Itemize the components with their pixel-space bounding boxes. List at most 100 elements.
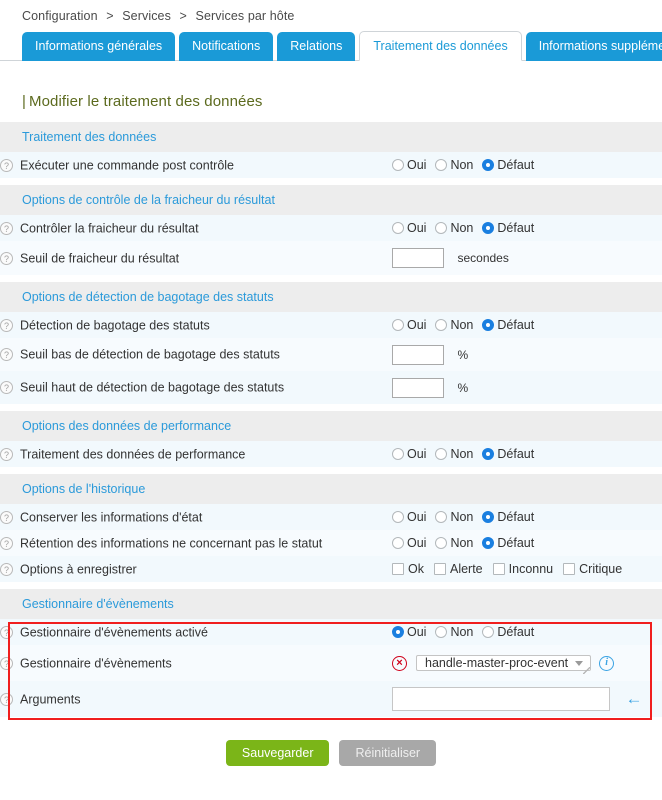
section-title: Options de contrôle de la fraicheur du r… bbox=[0, 185, 662, 215]
page-title-text: Modifier le traitement des données bbox=[29, 93, 263, 110]
row-control: % bbox=[392, 371, 662, 404]
info-icon[interactable]: i bbox=[599, 656, 614, 671]
help-icon[interactable]: ? bbox=[0, 511, 13, 524]
breadcrumb-item-services-par-hote[interactable]: Services par hôte bbox=[196, 9, 295, 23]
tab-relations[interactable]: Relations bbox=[277, 32, 355, 61]
row-traitement-donnees-performance: ? Traitement des données de performance O… bbox=[0, 441, 662, 467]
help-icon[interactable]: ? bbox=[0, 657, 13, 670]
radio-group-gestionnaire-active: OuiNonDéfaut bbox=[392, 625, 543, 640]
row-control: OuiNonDéfaut bbox=[392, 215, 662, 241]
section-header-performance: Options des données de performance bbox=[0, 411, 662, 441]
save-button[interactable]: Sauvegarder bbox=[226, 740, 330, 766]
seuil-haut-bagotage-input[interactable] bbox=[392, 378, 444, 398]
help-icon[interactable]: ? bbox=[0, 693, 13, 706]
section-header-gestionnaire-evenements: Gestionnaire d'évènements bbox=[0, 589, 662, 619]
radio-label-non: Non bbox=[450, 536, 473, 550]
row-label: ?Seuil de fraicheur du résultat bbox=[0, 241, 392, 275]
row-conserver-informations-etat: ? Conserver les informations d'état OuiNo… bbox=[0, 504, 662, 530]
radio-non[interactable] bbox=[435, 537, 447, 549]
help-icon[interactable]: ? bbox=[0, 626, 13, 639]
row-label: ?Arguments bbox=[0, 681, 392, 717]
radio-non[interactable] bbox=[435, 448, 447, 460]
tab-underlay bbox=[0, 61, 662, 79]
row-label-text: Contrôler la fraicheur du résultat bbox=[20, 221, 199, 235]
row-control: % bbox=[392, 338, 662, 371]
arguments-input[interactable] bbox=[392, 687, 610, 711]
section-title: Options de l'historique bbox=[0, 474, 662, 504]
checkbox-alerte[interactable] bbox=[434, 563, 446, 575]
radio-label-oui: Oui bbox=[407, 221, 426, 235]
radio-defaut[interactable] bbox=[482, 537, 494, 549]
radio-group-retention-informations: OuiNonDéfaut bbox=[392, 536, 543, 551]
tab-informations-generales[interactable]: Informations générales bbox=[22, 32, 175, 61]
row-label-text: Conserver les informations d'état bbox=[20, 510, 202, 524]
help-icon[interactable]: ? bbox=[0, 448, 13, 461]
checkbox-ok[interactable] bbox=[392, 563, 404, 575]
radio-label-oui: Oui bbox=[407, 158, 426, 172]
help-icon[interactable]: ? bbox=[0, 222, 13, 235]
radio-non[interactable] bbox=[435, 626, 447, 638]
help-icon[interactable]: ? bbox=[0, 159, 13, 172]
help-icon[interactable]: ? bbox=[0, 348, 13, 361]
radio-oui[interactable] bbox=[392, 222, 404, 234]
breadcrumb-item-configuration[interactable]: Configuration bbox=[22, 9, 98, 23]
row-label-text: Rétention des informations ne concernant… bbox=[20, 536, 322, 550]
radio-label-oui: Oui bbox=[407, 447, 426, 461]
radio-label-non: Non bbox=[450, 221, 473, 235]
radio-label-oui: Oui bbox=[407, 510, 426, 524]
help-icon[interactable]: ? bbox=[0, 319, 13, 332]
radio-defaut[interactable] bbox=[482, 511, 494, 523]
radio-defaut[interactable] bbox=[482, 319, 494, 331]
section-header-historique: Options de l'historique bbox=[0, 474, 662, 504]
row-seuil-fraicheur: ?Seuil de fraicheur du résultat secondes bbox=[0, 241, 662, 275]
gestionnaire-evenements-select[interactable]: handle-master-proc-event bbox=[416, 655, 591, 671]
breadcrumb-item-services[interactable]: Services bbox=[122, 9, 171, 23]
gestionnaire-select-wrapper: handle-master-proc-event bbox=[416, 652, 591, 675]
radio-oui[interactable] bbox=[392, 319, 404, 331]
arrow-left-icon[interactable]: ← bbox=[625, 692, 642, 706]
help-icon[interactable]: ? bbox=[0, 381, 13, 394]
reset-button[interactable]: Réinitialiser bbox=[339, 740, 436, 766]
row-control: OuiNonDéfaut bbox=[392, 504, 662, 530]
row-label-text: Exécuter une commande post contrôle bbox=[20, 158, 234, 172]
radio-defaut[interactable] bbox=[482, 222, 494, 234]
radio-non[interactable] bbox=[435, 319, 447, 331]
checkbox-critique[interactable] bbox=[563, 563, 575, 575]
row-seuil-bas-bagotage: ?Seuil bas de détection de bagotage des … bbox=[0, 338, 662, 371]
checkbox-label-inconnu: Inconnu bbox=[509, 562, 553, 576]
seuil-fraicheur-input[interactable] bbox=[392, 248, 444, 268]
help-icon[interactable]: ? bbox=[0, 537, 13, 550]
radio-label-non: Non bbox=[450, 447, 473, 461]
radio-oui[interactable] bbox=[392, 159, 404, 171]
tab-informations-supplementaires[interactable]: Informations supplémentaires du bbox=[526, 32, 662, 61]
radio-label-defaut: Défaut bbox=[497, 158, 534, 172]
row-detection-bagotage: ?Détection de bagotage des statuts OuiNo… bbox=[0, 312, 662, 338]
radio-non[interactable] bbox=[435, 222, 447, 234]
radio-non[interactable] bbox=[435, 159, 447, 171]
row-spacer bbox=[0, 178, 662, 185]
row-control: OuiNonDéfaut bbox=[392, 312, 662, 338]
row-label: ? Rétention des informations ne concernan… bbox=[0, 530, 392, 556]
row-gestionnaire-evenements-select: ?Gestionnaire d'évènements ×handle-maste… bbox=[0, 645, 662, 681]
tab-notifications[interactable]: Notifications bbox=[179, 32, 273, 61]
radio-oui[interactable] bbox=[392, 626, 404, 638]
radio-group-conserver-informations: OuiNonDéfaut bbox=[392, 510, 543, 525]
checkbox-inconnu[interactable] bbox=[493, 563, 505, 575]
section-title: Options des données de performance bbox=[0, 411, 662, 441]
radio-defaut[interactable] bbox=[482, 448, 494, 460]
seuil-bas-bagotage-input[interactable] bbox=[392, 345, 444, 365]
help-icon[interactable]: ? bbox=[0, 252, 13, 265]
radio-oui[interactable] bbox=[392, 537, 404, 549]
tab-traitement-des-donnees[interactable]: Traitement des données bbox=[359, 31, 521, 61]
row-label: ?Gestionnaire d'évènements activé bbox=[0, 619, 392, 645]
row-label-text: Seuil haut de détection de bagotage des … bbox=[20, 381, 284, 395]
radio-oui[interactable] bbox=[392, 448, 404, 460]
radio-non[interactable] bbox=[435, 511, 447, 523]
radio-defaut[interactable] bbox=[482, 159, 494, 171]
section-title: Gestionnaire d'évènements bbox=[0, 589, 662, 619]
radio-defaut[interactable] bbox=[482, 626, 494, 638]
row-label-text: Traitement des données de performance bbox=[20, 447, 245, 461]
radio-oui[interactable] bbox=[392, 511, 404, 523]
clear-icon[interactable]: × bbox=[392, 656, 407, 671]
help-icon[interactable]: ? bbox=[0, 563, 13, 576]
